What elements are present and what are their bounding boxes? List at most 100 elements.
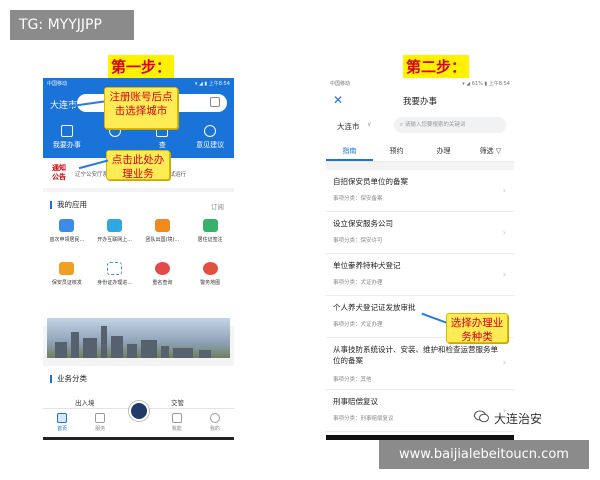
person-icon [209, 413, 220, 423]
divider [326, 162, 514, 170]
app-item[interactable]: 警务地图 [186, 262, 234, 286]
status-bar-right: ▾ ◢ 61% ▮ 上午8:54 [462, 81, 510, 87]
tab-service[interactable]: 服务 [81, 409, 119, 437]
city-selector[interactable]: 大连市 [337, 121, 360, 132]
quick-action-label: 意见建议 [196, 141, 225, 149]
query-icon [154, 262, 170, 275]
banner-building [141, 340, 157, 358]
police-mascot-icon [128, 401, 149, 421]
apps-row-1: 首次申领居民... 开办互联网上... 团队出国(境)... 居住证签注 [43, 219, 234, 243]
phone2-screen: 中国移动 ▾ ◢ 61% ▮ 上午8:54 ✕ 我要办事 大连市 ∨ ⌕ 请输入… [326, 78, 514, 440]
status-bar-left: 中国移动 [47, 81, 68, 87]
quick-action-label: 我要办事 [52, 141, 81, 149]
tab-label: 服务 [95, 426, 106, 432]
app-label: 首次申领居民... [49, 237, 85, 243]
banner-building [111, 336, 123, 358]
city-banner-image[interactable] [47, 318, 230, 358]
callout-register: 注册账号后点击选择城市 [104, 87, 178, 129]
my-apps-section: 我的应用 订阅 首次申领居民... 开办互联网上... 团队出国(境)... 居… [43, 192, 234, 326]
banner-building [173, 348, 193, 358]
site-badge: www.baijialebeitoucn.com [379, 440, 589, 469]
tab-mascot[interactable] [119, 401, 157, 437]
tab-handle[interactable]: 办理 [420, 142, 467, 161]
status-bar-right: ▾ ◢ ▮ 上午8:54 [194, 81, 230, 87]
item-name: 个人养犬登记证发放审批 [333, 303, 416, 312]
home-icon [57, 413, 68, 423]
tab-guide[interactable]: 指南 [326, 142, 373, 161]
banner-building [71, 332, 79, 358]
item-name: 自招保安员单位的备案 [333, 177, 408, 186]
tab-home[interactable]: 首页 [43, 409, 81, 437]
app-label: 重名查询 [152, 280, 173, 286]
item-name: 从事技防系统设计、安装、维护和检查运营服务单位的备案 [333, 345, 498, 365]
chevron-right-icon: › [502, 228, 506, 237]
list-item[interactable]: 单位豢养特种犬登记 事项分类：犬证办理 › [326, 254, 514, 296]
step1-title: 第一步： [108, 55, 174, 79]
item-category: 事项分类：保安备案 [333, 196, 383, 202]
app-label: 身份证办理进... [97, 280, 133, 286]
app-item[interactable]: 保安员证核发 [43, 262, 91, 286]
item-category: 事项分类：犬证办理 [333, 322, 383, 328]
tab-label: 我的 [209, 426, 220, 432]
item-category: 事项分类：刑事赔偿复议 [333, 416, 394, 422]
tab-report[interactable]: 我能 [158, 409, 196, 437]
monitor-icon [107, 219, 123, 232]
id-card-icon [59, 219, 75, 232]
tg-badge: TG: MYYJJPP [10, 10, 134, 40]
search-placeholder: 请输入您要搜索的关键词 [404, 122, 466, 128]
item-category: 事项分类：其他 [333, 377, 372, 383]
subscribe-link[interactable]: 订阅 [211, 201, 224, 211]
grid-icon [95, 413, 106, 423]
phone1-screen: 中国移动 ▾ ◢ ▮ 上午8:54 大连市 我要办事 查 意见建议 通知公告 试… [43, 78, 234, 440]
person-icon [204, 125, 217, 137]
my-apps-title: 我的应用 [50, 201, 87, 209]
screenshot-root: TG: MYYJJPP 第一步： 第二步： 中国移动 ▾ ◢ ▮ 上午8:54 … [0, 0, 600, 480]
search-input[interactable]: ⌕ 请输入您要搜索的关键词 [394, 117, 506, 133]
app-label: 警务地图 [200, 280, 221, 286]
badge-icon [59, 262, 75, 275]
tab-mine[interactable]: 我的 [196, 409, 234, 437]
biz-item-exit-entry[interactable]: 出入境 [75, 397, 95, 407]
app-item[interactable]: 首次申领居民... [43, 219, 91, 243]
step2-title: 第二步： [403, 55, 469, 79]
page-title: 我要办事 [402, 97, 437, 107]
tab-label: 首页 [57, 426, 68, 432]
app-item[interactable]: 团队出国(境)... [139, 219, 187, 243]
item-name: 设立保安服务公司 [333, 219, 393, 228]
luggage-icon [154, 219, 170, 232]
app-label: 团队出国(境)... [145, 237, 180, 243]
tab-appointment[interactable]: 预约 [373, 142, 420, 161]
app-item[interactable]: 身份证办理进... [91, 262, 139, 286]
app-item[interactable]: 重名查询 [139, 262, 187, 286]
item-name: 刑事赔偿复议 [333, 397, 378, 406]
list-item[interactable]: 自招保安员单位的备案 事项分类：保安备案 › [326, 170, 514, 212]
chevron-right-icon: › [502, 186, 506, 195]
wechat-icon [474, 410, 489, 423]
service-tabs: 指南 预约 办理 筛选 ▽ [326, 142, 514, 162]
chevron-right-icon: › [502, 358, 506, 367]
quick-action-label: 查 [158, 141, 166, 149]
callout-select-type: 选择办理业务种类 [446, 313, 508, 343]
document-icon [60, 125, 73, 137]
certificate-icon [202, 219, 218, 232]
qr-scan-icon [107, 262, 123, 275]
app-label: 开办互联网上... [97, 237, 133, 243]
scan-icon[interactable] [210, 97, 220, 107]
app-item[interactable]: 居住证签注 [186, 219, 234, 243]
item-category: 事项分类：犬证办理 [333, 280, 383, 286]
list-item[interactable]: 从事技防系统设计、安装、维护和检查运营服务单位的备案 事项分类：其他 › [326, 338, 514, 390]
quick-action-feedback[interactable]: 意见建议 [186, 122, 234, 158]
callout-click-here: 点击此处办理业务 [106, 150, 170, 180]
notice-badge: 通知公告 [52, 164, 66, 181]
chevron-down-icon[interactable]: ∨ [367, 121, 371, 128]
watermark-text: 大连治安 [494, 412, 543, 426]
list-item[interactable]: 设立保安服务公司 事项分类：保安许可 › [326, 212, 514, 254]
bottom-tabbar: 首页 服务 我能 我的 [43, 401, 234, 437]
quick-action-handle[interactable]: 我要办事 [43, 122, 91, 158]
app-item[interactable]: 开办互联网上... [91, 219, 139, 243]
biz-item-traffic[interactable]: 交管 [171, 397, 184, 407]
status-bar-left: 中国移动 [330, 81, 351, 87]
tab-filter[interactable]: 筛选 ▽ [467, 142, 514, 161]
apps-row-2: 保安员证核发 身份证办理进... 重名查询 警务地图 [43, 262, 234, 286]
megaphone-icon [171, 413, 182, 423]
